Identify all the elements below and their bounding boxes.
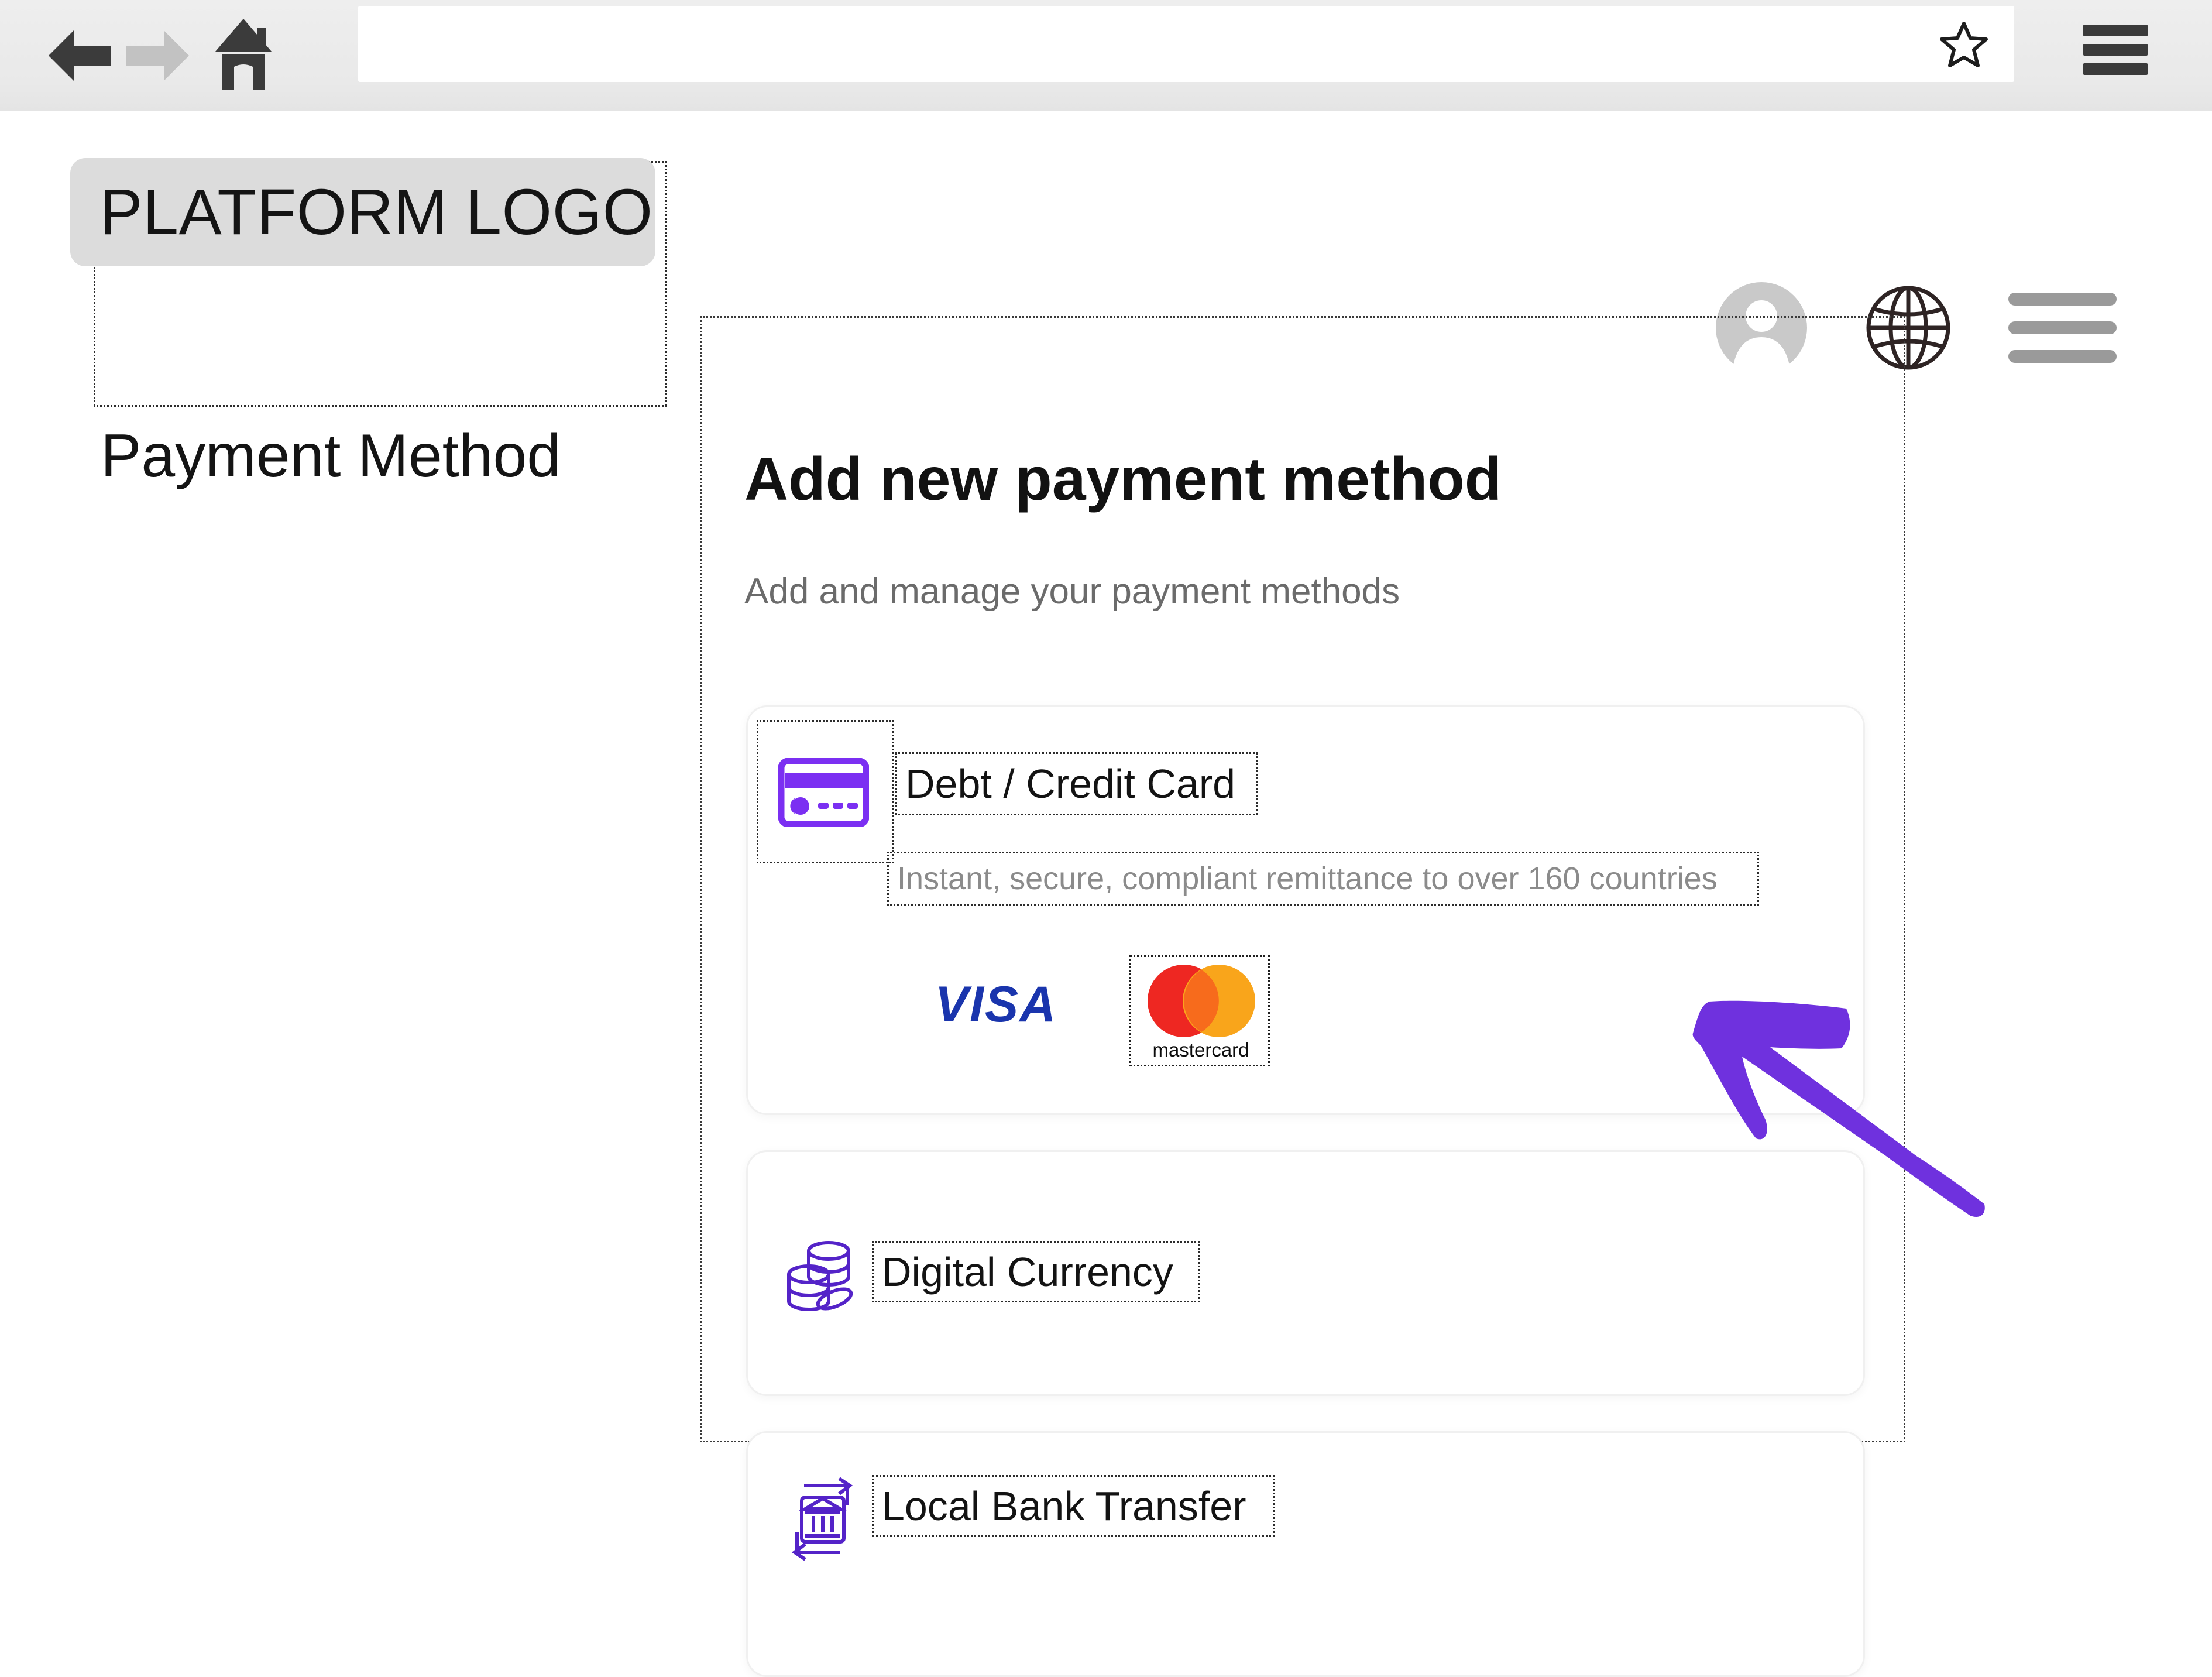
coin-stack-icon bbox=[787, 1241, 853, 1311]
page-title: Payment Method bbox=[101, 422, 561, 490]
payment-method-description: Instant, secure, compliant remittance to… bbox=[897, 861, 1718, 896]
bank-transfer-icon bbox=[791, 1477, 853, 1561]
payment-method-label: Local Bank Transfer bbox=[882, 1483, 1246, 1529]
menu-bar bbox=[2008, 350, 2117, 363]
platform-logo[interactable]: PLATFORM LOGO bbox=[70, 158, 655, 266]
arrow-left-icon bbox=[49, 30, 111, 81]
home-button[interactable] bbox=[209, 15, 280, 94]
visa-logo: VISA bbox=[935, 976, 1057, 1033]
payment-method-card-local-bank-transfer[interactable] bbox=[746, 1431, 1865, 1677]
url-input[interactable] bbox=[382, 6, 1874, 82]
url-bar[interactable] bbox=[358, 6, 2014, 82]
browser-toolbar bbox=[0, 0, 2212, 111]
label-annotation-box: Local Bank Transfer bbox=[872, 1475, 1275, 1537]
payment-method-label: Debt / Credit Card bbox=[905, 761, 1236, 807]
site-menu-button[interactable] bbox=[2008, 293, 2117, 363]
content-heading: Add new payment method bbox=[744, 445, 1502, 513]
svg-text:VISA: VISA bbox=[935, 976, 1057, 1033]
label-annotation-box: Debt / Credit Card bbox=[895, 752, 1258, 815]
label-annotation-box: Digital Currency bbox=[872, 1241, 1200, 1302]
mastercard-logo: mastercard bbox=[1148, 965, 1255, 1061]
arrow-right-icon bbox=[126, 30, 189, 81]
forward-button[interactable] bbox=[122, 23, 192, 88]
platform-logo-text: PLATFORM LOGO bbox=[99, 176, 653, 248]
menu-bar bbox=[2008, 293, 2117, 306]
description-annotation-box: Instant, secure, compliant remittance to… bbox=[887, 852, 1759, 906]
browser-menu-button[interactable] bbox=[2083, 25, 2148, 75]
payment-method-label: Digital Currency bbox=[882, 1249, 1173, 1295]
menu-bar bbox=[2008, 321, 2117, 334]
menu-bar bbox=[2083, 25, 2148, 36]
credit-card-icon bbox=[778, 758, 869, 827]
menu-bar bbox=[2083, 63, 2148, 75]
home-icon bbox=[215, 19, 272, 90]
menu-bar bbox=[2083, 44, 2148, 56]
content-subheading: Add and manage your payment methods bbox=[744, 571, 1400, 612]
page-root: PLATFORM LOGO Payment Method Add new pay… bbox=[0, 111, 2212, 1677]
svg-text:mastercard: mastercard bbox=[1152, 1039, 1249, 1061]
back-button[interactable] bbox=[46, 23, 116, 88]
star-icon[interactable] bbox=[1939, 20, 1988, 69]
